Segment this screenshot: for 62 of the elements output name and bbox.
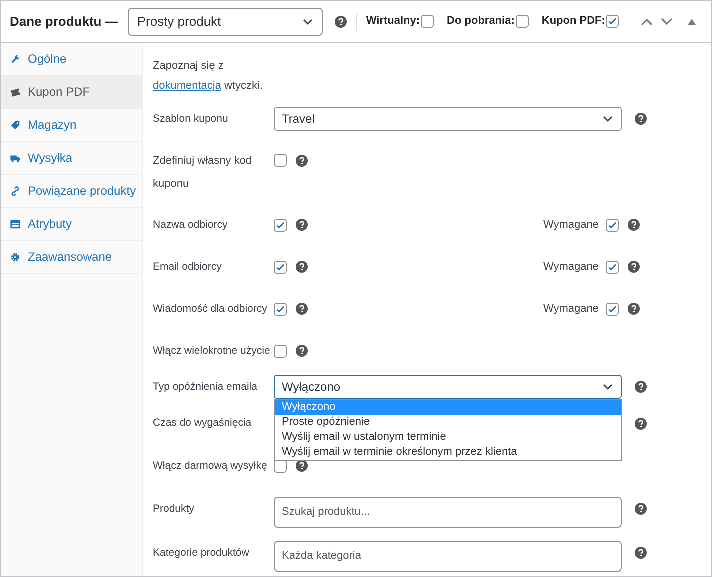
dropdown-option[interactable]: Wyłączono [275, 400, 621, 415]
input-field[interactable]: Szukaj produktu... [274, 496, 622, 528]
checkbox[interactable] [274, 302, 287, 316]
field-label: Szablon kuponu [153, 112, 230, 126]
help-icon [628, 219, 640, 231]
option-label: Do pobrania: [447, 14, 515, 30]
ticket-icon [10, 86, 21, 98]
field-label: Nazwa odbiorcy [153, 218, 229, 232]
checkbox[interactable] [606, 15, 620, 28]
field-label: Kategorie produktów [153, 546, 250, 560]
help-icon [635, 418, 647, 430]
checkbox[interactable] [421, 15, 434, 28]
collapse-triangle-icon[interactable] [688, 18, 696, 24]
help-icon [335, 16, 348, 28]
select-field[interactable]: Travel [274, 107, 622, 131]
field-label: Wiadomość dla odbiorcy [153, 302, 268, 316]
help-icon [635, 113, 647, 125]
field-label: Wymagane [543, 218, 599, 233]
field-label: Włącz wielokrotne użycie [153, 344, 272, 358]
help-icon [296, 219, 308, 231]
dropdown-option[interactable]: Wyślij email w terminie określonym przez klienta [275, 445, 621, 460]
link-icon [10, 186, 21, 196]
field-label: Zdefiniuj własny kod kuponu [153, 154, 254, 192]
checkbox[interactable] [274, 344, 287, 358]
help-icon [635, 503, 647, 515]
checkbox[interactable] [274, 260, 287, 274]
table-icon [10, 218, 21, 230]
help-icon [296, 261, 308, 273]
documentation-link[interactable]: dokumentacja [153, 80, 222, 92]
field-label: Wymagane [543, 260, 599, 275]
help-icon [296, 303, 308, 315]
field-label: Email odbiorcy [153, 260, 223, 274]
dropdown-option[interactable]: Proste opóźnienie [275, 415, 621, 430]
help-icon [628, 303, 640, 315]
checkbox[interactable] [606, 218, 619, 232]
panel-title: Dane produktu — [10, 12, 118, 31]
select-field[interactable]: Wyłączono [274, 375, 622, 399]
field-label: Produkty [153, 502, 196, 516]
help-icon [635, 381, 647, 393]
tag-icon [10, 120, 21, 130]
field-label: Wymagane [543, 302, 599, 317]
help-icon [296, 345, 308, 357]
checkbox[interactable] [606, 302, 619, 316]
field-label: Typ opóźnienia emaila [153, 380, 258, 394]
option-label: Wirtualny: [366, 14, 420, 30]
field-label: Czas do wygaśnięcia [153, 416, 253, 431]
checkbox[interactable] [274, 218, 287, 232]
dropdown-option[interactable]: Wyślij email w ustalonym terminie [275, 430, 621, 445]
gear-icon [10, 252, 21, 262]
option-label: Kupon PDF: [542, 14, 606, 30]
help-icon [635, 547, 647, 559]
help-icon [628, 261, 640, 273]
checkbox[interactable] [606, 260, 619, 274]
wrench-icon [10, 54, 21, 64]
help-icon [296, 155, 308, 167]
field-label: Włącz darmową wysyłkę [153, 458, 268, 474]
sidebar-tab[interactable]: Kupon PDF [1, 76, 142, 109]
checkbox[interactable] [274, 154, 287, 167]
checkbox[interactable] [516, 15, 529, 28]
product-type-select[interactable]: Prosty produkt [128, 8, 324, 36]
help-text: Zapoznaj się z dokumentacja wtyczki. [153, 59, 264, 94]
input-field[interactable]: Każda kategoria [274, 540, 622, 572]
